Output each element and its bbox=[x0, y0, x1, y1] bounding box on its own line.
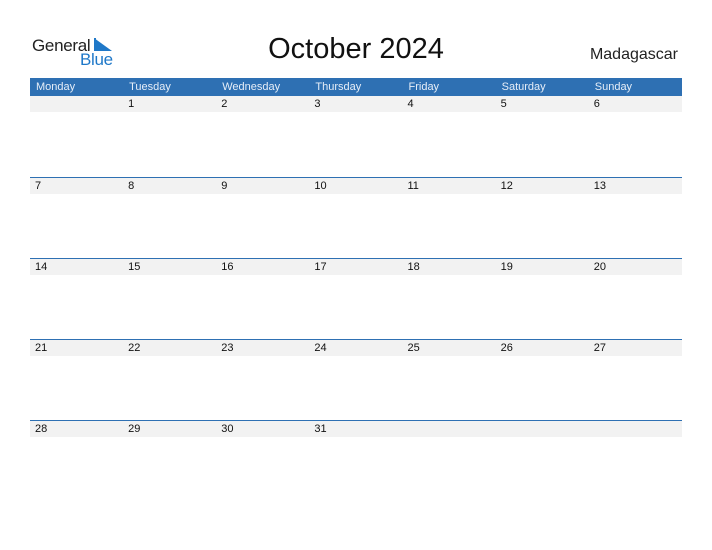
day-cell bbox=[589, 421, 682, 437]
weekday-tuesday: Tuesday bbox=[129, 81, 171, 93]
day-cell: 10 bbox=[314, 180, 327, 192]
week-row: 7 8 9 10 11 12 13 bbox=[30, 177, 682, 258]
week-row: 14 15 16 17 18 19 20 bbox=[30, 258, 682, 339]
day-cell: 26 bbox=[500, 342, 513, 354]
day-cell bbox=[496, 421, 589, 437]
day-cell: 6 bbox=[593, 98, 600, 110]
day-cell: 29 bbox=[128, 423, 141, 435]
day-cell: 30 bbox=[221, 423, 234, 435]
day-number-strip: 1 2 3 4 5 6 bbox=[30, 96, 682, 112]
day-cell bbox=[403, 421, 496, 437]
day-cell: 27 bbox=[593, 342, 606, 354]
day-cell: 23 bbox=[221, 342, 234, 354]
day-cell: 15 bbox=[128, 261, 141, 273]
day-cell: 1 bbox=[128, 98, 135, 110]
day-cell: 18 bbox=[407, 261, 420, 273]
day-cell: 8 bbox=[128, 180, 135, 192]
day-cell: 19 bbox=[500, 261, 513, 273]
day-cell: 2 bbox=[221, 98, 228, 110]
day-cell: 31 bbox=[314, 423, 327, 435]
country-label: Madagascar bbox=[589, 46, 678, 63]
day-cell: 14 bbox=[35, 261, 48, 273]
day-cell: 7 bbox=[35, 180, 42, 192]
day-cell: 21 bbox=[35, 342, 48, 354]
day-number-strip: 21 22 23 24 25 26 27 bbox=[30, 340, 682, 356]
day-cell: 16 bbox=[221, 261, 234, 273]
day-cell: 9 bbox=[221, 180, 228, 192]
weekday-thursday: Thursday bbox=[315, 81, 362, 93]
day-cell: 13 bbox=[593, 180, 606, 192]
day-cell: 25 bbox=[407, 342, 420, 354]
day-number-strip: 7 8 9 10 11 12 13 bbox=[30, 178, 682, 194]
day-cell: 22 bbox=[128, 342, 141, 354]
weekday-sunday: Sunday bbox=[594, 81, 633, 93]
weekday-wednesday: Wednesday bbox=[222, 81, 281, 93]
day-cell: 11 bbox=[407, 180, 419, 192]
week-row: 21 22 23 24 25 26 27 bbox=[30, 339, 682, 420]
weekday-saturday: Saturday bbox=[501, 81, 546, 93]
day-number-strip: 28 29 30 31 bbox=[30, 421, 682, 437]
weekday-friday: Friday bbox=[408, 81, 440, 93]
day-number-strip: 14 15 16 17 18 19 20 bbox=[30, 259, 682, 275]
day-cell: 17 bbox=[314, 261, 327, 273]
day-cell: 12 bbox=[500, 180, 513, 192]
calendar-grid: Monday Tuesday Wednesday Thursday Friday… bbox=[30, 78, 682, 501]
week-row: 1 2 3 4 5 6 bbox=[30, 96, 682, 177]
weekday-monday: Monday bbox=[36, 81, 76, 93]
week-row: 28 29 30 31 bbox=[30, 420, 682, 501]
day-cell: 20 bbox=[593, 261, 606, 273]
day-cell: 4 bbox=[407, 98, 414, 110]
day-cell: 28 bbox=[35, 423, 48, 435]
day-cell bbox=[30, 96, 123, 112]
day-cell: 3 bbox=[314, 98, 321, 110]
weekday-header: Monday Tuesday Wednesday Thursday Friday… bbox=[30, 78, 682, 96]
day-cell: 5 bbox=[500, 98, 507, 110]
day-cell: 24 bbox=[314, 342, 327, 354]
